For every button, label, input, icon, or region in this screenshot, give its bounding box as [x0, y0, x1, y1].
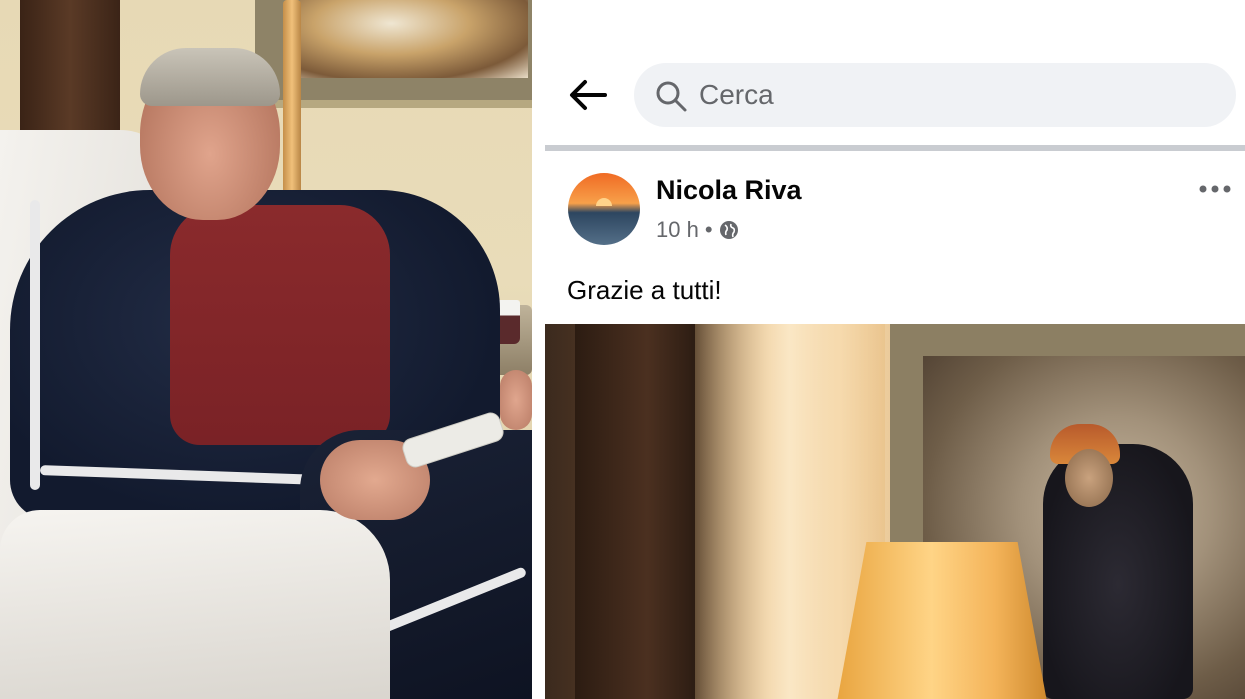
photo-lamp-pole	[283, 0, 301, 215]
back-button[interactable]	[567, 74, 609, 116]
globe-icon	[719, 221, 738, 239]
post-text: Grazie a tutti!	[567, 275, 722, 305]
facebook-post-panel: Cerca Nicola Riva 10 h • Grazie a tutti!	[545, 0, 1245, 699]
avatar[interactable]	[568, 173, 640, 245]
photo-doorway	[20, 0, 120, 140]
post-photo-door	[575, 324, 695, 699]
search-input[interactable]: Cerca	[634, 63, 1236, 127]
photo-jacket-stripe	[30, 200, 40, 490]
post-meta: 10 h •	[656, 217, 739, 243]
more-horizontal-icon[interactable]	[1197, 181, 1233, 197]
photo-red-sweater	[170, 205, 390, 445]
magnifier-icon	[656, 81, 687, 112]
post-photo[interactable]	[545, 324, 1245, 699]
search-placeholder: Cerca	[699, 79, 774, 110]
arrow-left-icon	[570, 80, 607, 110]
left-photo	[0, 0, 532, 699]
meta-separator: •	[704, 217, 713, 242]
photo-hair	[140, 48, 280, 106]
search-header: Cerca	[545, 0, 1245, 151]
post-author-name[interactable]: Nicola Riva	[656, 175, 802, 206]
photo-painting	[300, 0, 528, 78]
post-timestamp[interactable]: 10 h	[656, 217, 699, 243]
post-photo-painted-face	[1065, 449, 1113, 507]
photo-armchair-arm	[0, 510, 390, 699]
avatar-sunset-sun	[596, 198, 612, 206]
post: Nicola Riva 10 h • Grazie a tutti!	[545, 151, 1245, 321]
photo-hand-right	[500, 370, 532, 430]
post-photo-lampshade	[837, 542, 1047, 699]
